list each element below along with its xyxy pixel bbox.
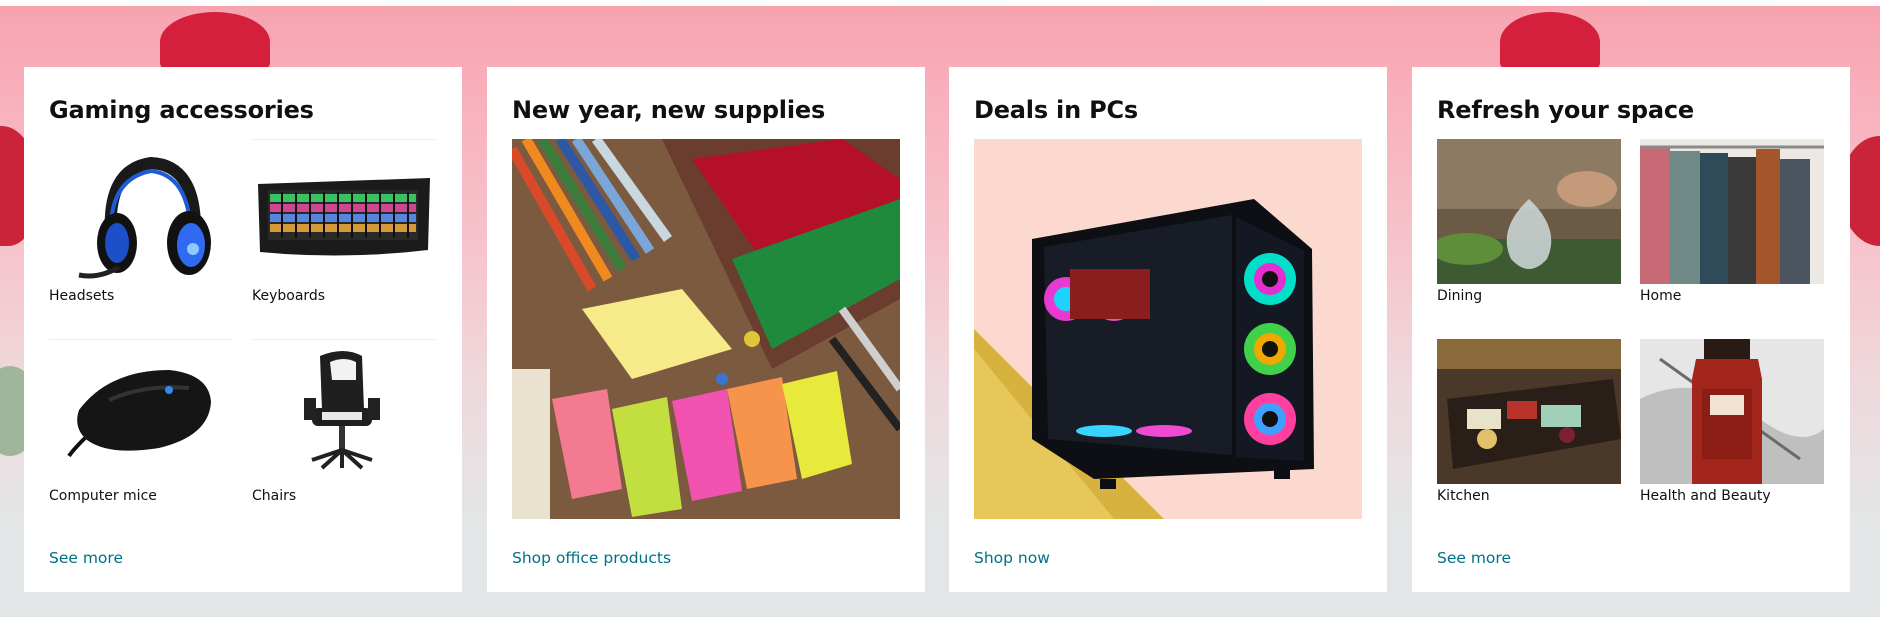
card-deals-in-pcs: Deals in PCs Shop now — [949, 67, 1387, 592]
shop-now-link[interactable]: Shop now — [974, 549, 1050, 567]
banner-decoration — [1500, 12, 1600, 72]
tile-home[interactable]: Home — [1640, 139, 1824, 308]
tile-dining[interactable]: Dining — [1437, 139, 1621, 308]
tile-health-and-beauty[interactable]: Health and Beauty — [1640, 339, 1824, 508]
tile-label: Chairs — [252, 488, 297, 504]
tile-computer-mice[interactable]: Computer mice — [49, 339, 233, 508]
shop-office-products-link[interactable]: Shop office products — [512, 549, 671, 567]
tile-label: Headsets — [49, 288, 115, 304]
dining-image — [1437, 139, 1621, 284]
health-beauty-image — [1640, 339, 1824, 484]
tile-keyboards[interactable]: Keyboards — [252, 139, 436, 308]
card-office-supplies: New year, new supplies Shop office produ… — [487, 67, 925, 592]
office-supplies-image[interactable] — [512, 139, 900, 519]
tile-label: Health and Beauty — [1640, 488, 1771, 504]
mouse-image — [49, 339, 233, 484]
gaming-pc-image[interactable] — [974, 139, 1362, 519]
kitchen-image — [1437, 339, 1621, 484]
card-title: Gaming accessories — [49, 96, 314, 124]
banner-decoration — [160, 12, 270, 72]
card-title: Deals in PCs — [974, 96, 1139, 124]
see-more-link[interactable]: See more — [1437, 549, 1511, 567]
tile-label: Keyboards — [252, 288, 326, 304]
chair-image — [252, 339, 436, 484]
tile-chairs[interactable]: Chairs — [252, 339, 436, 508]
headset-image — [49, 139, 233, 284]
tile-label: Home — [1640, 288, 1682, 304]
tile-kitchen[interactable]: Kitchen — [1437, 339, 1621, 508]
tile-headsets[interactable]: Headsets — [49, 139, 233, 308]
tile-label: Kitchen — [1437, 488, 1490, 504]
card-title: New year, new supplies — [512, 96, 826, 124]
tile-label: Computer mice — [49, 488, 157, 504]
tile-label: Dining — [1437, 288, 1483, 304]
see-more-link[interactable]: See more — [49, 549, 123, 567]
card-gaming-accessories: Gaming accessories Headsets Keyboards Co… — [24, 67, 462, 592]
keyboard-image — [252, 139, 436, 284]
card-refresh-your-space: Refresh your space Dining Home Kitchen H… — [1412, 67, 1850, 592]
card-title: Refresh your space — [1437, 96, 1695, 124]
home-image — [1640, 139, 1824, 284]
